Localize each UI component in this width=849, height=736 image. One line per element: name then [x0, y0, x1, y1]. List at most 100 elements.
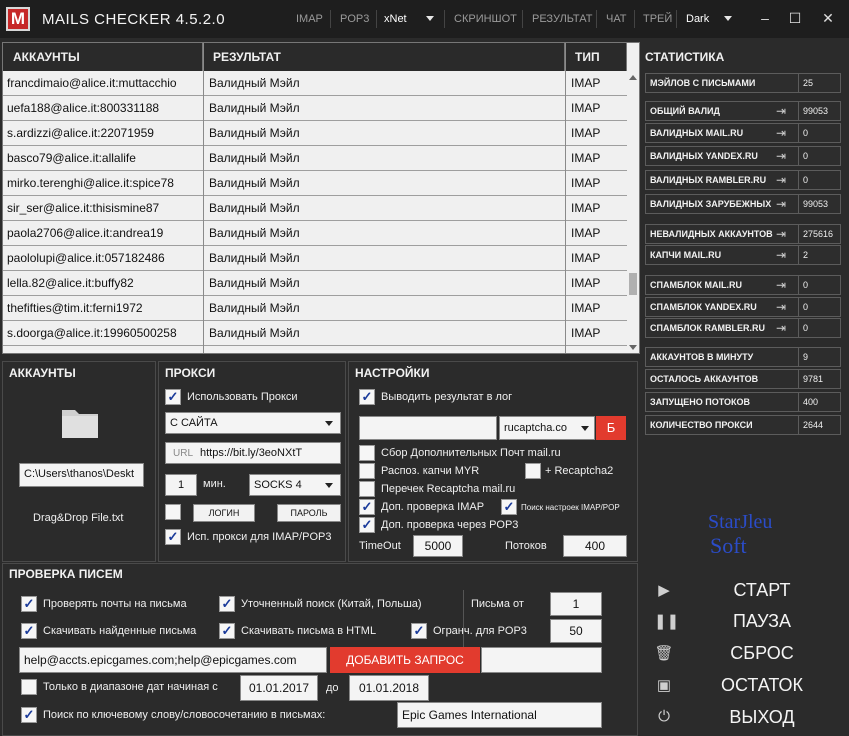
- table-row[interactable]: uefa188@alice.it:800331188 Валидный Мэйл I…: [3, 96, 627, 121]
- extra-pop3-checkbox[interactable]: ✓: [359, 517, 375, 533]
- export-icon[interactable]: ⇥: [770, 227, 792, 243]
- log-results-checkbox[interactable]: ✓: [359, 389, 375, 405]
- proxy-imap-pop3-checkbox[interactable]: ✓: [165, 529, 181, 545]
- timeout-input[interactable]: 5000: [413, 535, 463, 557]
- cell-account: mirko.terenghi@alice.it:spice78: [7, 176, 174, 190]
- recaptcha-list-label: Перечек Recaptcha mail.ru: [381, 483, 516, 495]
- table-row[interactable]: sir_ser@alice.it:thisismine87 Валидный Мэ…: [3, 196, 627, 221]
- column-header-accounts[interactable]: АККАУНТЫ: [3, 43, 203, 71]
- exit-label: ВЫХОД: [729, 707, 795, 727]
- table-row[interactable]: mirko.terenghi@alice.it:spice78 Валидный …: [3, 171, 627, 196]
- query-extra-input[interactable]: [481, 647, 602, 673]
- recaptcha-list-checkbox[interactable]: [359, 481, 375, 497]
- table-row[interactable]: francdimaio@alice.it:muttacchio Валидный …: [3, 71, 627, 96]
- exit-button[interactable]: ⏻ ВЫХОД: [652, 703, 848, 733]
- download-html-checkbox[interactable]: ✓: [219, 623, 235, 639]
- close-icon[interactable]: ✕: [815, 8, 841, 28]
- table-row[interactable]: thefifties@tim.it:ferni1972 Валидный Мэйл…: [3, 296, 627, 321]
- scroll-down-icon[interactable]: [629, 345, 637, 350]
- start-button[interactable]: ▶ СТАРТ: [652, 576, 848, 606]
- nav-xnet-select[interactable]: xNet: [384, 13, 407, 25]
- remaining-button[interactable]: ▣ ОСТАТОК: [652, 671, 848, 701]
- export-icon[interactable]: ⇥: [770, 104, 792, 120]
- proxy-source-select[interactable]: С САЙТА: [165, 412, 341, 434]
- recaptcha2-checkbox[interactable]: [525, 463, 541, 479]
- table-row[interactable]: s.ardizzi@alice.it:22071959 Валидный Мэйл…: [3, 121, 627, 146]
- keyword-input[interactable]: Epic Games International: [397, 702, 602, 728]
- nav-screenshot[interactable]: СКРИНШОТ: [454, 13, 517, 25]
- theme-select[interactable]: Dark: [686, 13, 709, 25]
- threads-input[interactable]: 400: [563, 535, 627, 557]
- table-row[interactable]: s.doorga@alice.it:19960500258 Валидный Мэ…: [3, 321, 627, 346]
- export-icon[interactable]: ⇥: [770, 300, 792, 316]
- reset-button[interactable]: 🗑 СБРОС: [652, 639, 848, 669]
- imap-settings-search-checkbox[interactable]: ✓: [501, 499, 517, 515]
- limit-pop3-input[interactable]: 50: [550, 619, 602, 643]
- column-header-type[interactable]: ТИП: [565, 43, 627, 71]
- nav-tray[interactable]: ТРЕЙ: [643, 13, 672, 25]
- limit-pop3-checkbox[interactable]: ✓: [411, 623, 427, 639]
- export-icon[interactable]: ⇥: [770, 149, 792, 165]
- scroll-up-icon[interactable]: [629, 75, 637, 80]
- export-icon[interactable]: ⇥: [770, 248, 792, 264]
- proxy-interval-input[interactable]: 1: [165, 474, 197, 496]
- password-button[interactable]: ПАРОЛЬ: [277, 504, 341, 522]
- stat-row: МЭЙЛОВ С ПИСЬМАМИ 25: [645, 73, 841, 93]
- export-icon[interactable]: ⇥: [770, 278, 792, 294]
- captcha-balance-button[interactable]: Б: [596, 416, 626, 440]
- column-header-result[interactable]: РЕЗУЛЬТАТ: [203, 43, 565, 71]
- date-range-checkbox[interactable]: [21, 679, 37, 695]
- stat-row: СПАМБЛОК RAMBLER.RU ⇥ 0: [645, 318, 841, 338]
- nav-result[interactable]: РЕЗУЛЬТАТ: [532, 13, 592, 25]
- check-letters-checkbox[interactable]: ✓: [21, 596, 37, 612]
- scrollbar-thumb[interactable]: [629, 273, 637, 295]
- date-to-input[interactable]: 01.01.2018: [349, 675, 429, 701]
- collect-mailru-checkbox[interactable]: [359, 445, 375, 461]
- nav-imap[interactable]: IMAP: [296, 13, 323, 25]
- table-row[interactable]: basco79@alice.it:allalife Валидный Мэйл IM…: [3, 146, 627, 171]
- chevron-down-icon[interactable]: [724, 16, 732, 21]
- captcha-myr-checkbox[interactable]: [359, 463, 375, 479]
- refined-search-checkbox[interactable]: ✓: [219, 596, 235, 612]
- chevron-down-icon[interactable]: [325, 421, 333, 426]
- cell-account: paola2706@alice.it:andrea19: [7, 226, 164, 240]
- chevron-down-icon[interactable]: [426, 16, 434, 21]
- download-found-checkbox[interactable]: ✓: [21, 623, 37, 639]
- use-proxy-checkbox[interactable]: ✓: [165, 389, 181, 405]
- nav-pop3[interactable]: POP3: [340, 13, 369, 25]
- stat-value: 0: [798, 124, 842, 142]
- stat-value: 400: [798, 393, 842, 411]
- proxy-panel: ПРОКСИ ✓ Использовать Прокси С САЙТА htt…: [158, 361, 346, 562]
- chevron-down-icon[interactable]: [325, 483, 333, 488]
- remaining-label: ОСТАТОК: [720, 675, 804, 695]
- date-from-input[interactable]: 01.01.2017: [240, 675, 318, 701]
- letters-from-input[interactable]: 1: [550, 592, 602, 616]
- table-row[interactable]: lella.82@alice.it:buffy82 Валидный Мэйл IM…: [3, 271, 627, 296]
- stat-row: ОСТАЛОСЬ АККАУНТОВ 9781: [645, 369, 841, 389]
- table-scrollbar[interactable]: [627, 71, 639, 353]
- cell-account: s.doorga@alice.it:19960500258: [7, 326, 177, 340]
- captcha-key-input[interactable]: [359, 416, 497, 440]
- minimize-icon[interactable]: –: [752, 8, 778, 28]
- nav-chat[interactable]: ЧАТ: [606, 13, 627, 25]
- search-query-input[interactable]: help@accts.epicgames.com;help@epicgames.…: [19, 647, 327, 673]
- download-found-label: Скачивать найденные письма: [43, 625, 197, 637]
- accounts-file-path[interactable]: C:\Users\thanos\Deskt: [19, 463, 144, 487]
- table-row[interactable]: paola2706@alice.it:andrea19 Валидный Мэйл…: [3, 221, 627, 246]
- folder-icon[interactable]: [60, 404, 100, 440]
- keyword-search-checkbox[interactable]: ✓: [21, 707, 37, 723]
- maximize-icon[interactable]: ☐: [782, 8, 808, 28]
- export-icon[interactable]: ⇥: [770, 197, 792, 213]
- chevron-down-icon[interactable]: [581, 426, 589, 431]
- export-icon[interactable]: ⇥: [770, 173, 792, 189]
- export-icon[interactable]: ⇥: [770, 321, 792, 337]
- nav-separator: [376, 10, 377, 28]
- table-row[interactable]: ff....lli@alice.it:123456 Валидный Мэйл IM…: [3, 346, 627, 353]
- proxy-auth-checkbox[interactable]: [165, 504, 181, 520]
- add-query-button[interactable]: ДОБАВИТЬ ЗАПРОС: [330, 647, 480, 673]
- extra-imap-checkbox[interactable]: ✓: [359, 499, 375, 515]
- export-icon[interactable]: ⇥: [770, 126, 792, 142]
- table-row[interactable]: paololupi@alice.it:057182486 Валидный Мэй…: [3, 246, 627, 271]
- pause-button[interactable]: ❚❚ ПАУЗА: [652, 607, 848, 637]
- login-button[interactable]: ЛОГИН: [193, 504, 255, 522]
